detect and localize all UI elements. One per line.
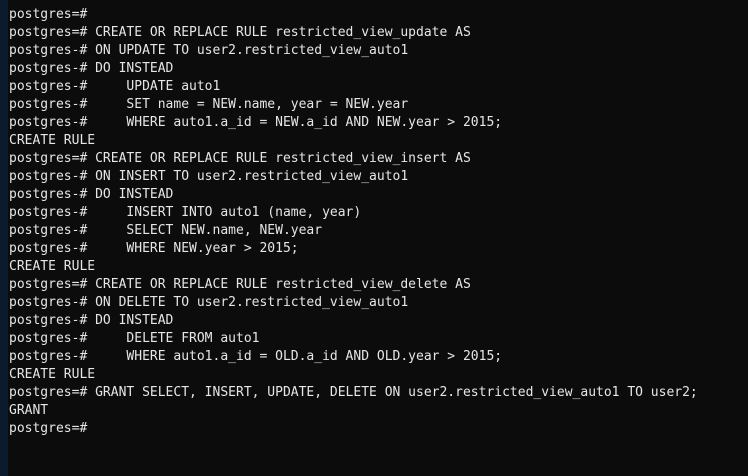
terminal-line: postgres-# DO INSTEAD: [9, 312, 744, 330]
terminal-line: postgres=# CREATE OR REPLACE RULE restri…: [9, 276, 744, 294]
terminal-line-text: DO INSTEAD: [87, 313, 174, 328]
terminal-prompt: postgres-#: [9, 43, 88, 58]
terminal-line-text: CREATE OR REPLACE RULE restricted_view_d…: [87, 277, 471, 292]
terminal-prompt: postgres-#: [9, 61, 88, 76]
terminal-line: CREATE RULE: [9, 132, 744, 150]
terminal-line: postgres-# ON DELETE TO user2.restricted…: [9, 294, 744, 312]
terminal-line: postgres-# DELETE FROM auto1: [9, 330, 744, 348]
terminal-prompt: postgres=#: [9, 25, 88, 40]
terminal-prompt: postgres=#: [9, 385, 88, 400]
terminal-line-text: CREATE OR REPLACE RULE restricted_view_u…: [87, 25, 471, 40]
terminal-line: postgres-# DO INSTEAD: [9, 186, 744, 204]
terminal-line-text: DELETE FROM auto1: [87, 331, 260, 346]
terminal-line: CREATE RULE: [9, 258, 744, 276]
terminal-line: postgres-# DO INSTEAD: [9, 60, 744, 78]
terminal-line: postgres=# GRANT SELECT, INSERT, UPDATE,…: [9, 384, 744, 402]
terminal-line: postgres=#: [9, 420, 744, 438]
terminal-line: postgres=#: [9, 6, 744, 24]
terminal-line-text: CREATE OR REPLACE RULE restricted_view_i…: [87, 151, 471, 166]
terminal-line: postgres=# CREATE OR REPLACE RULE restri…: [9, 150, 744, 168]
terminal-line-text: ON UPDATE TO user2.restricted_view_auto1: [87, 43, 409, 58]
terminal-prompt: postgres-#: [9, 169, 88, 184]
terminal-line-text: CREATE RULE: [9, 259, 96, 274]
terminal-line: postgres-# ON INSERT TO user2.restricted…: [9, 168, 744, 186]
terminal-prompt: postgres-#: [9, 295, 88, 310]
terminal-line-text: ON DELETE TO user2.restricted_view_auto1: [87, 295, 409, 310]
terminal-line: CREATE RULE: [9, 366, 744, 384]
terminal-window[interactable]: postgres=# postgres=# CREATE OR REPLACE R…: [0, 0, 748, 476]
terminal-prompt: postgres-#: [9, 241, 88, 256]
terminal-line: postgres-# WHERE NEW.year > 2015;: [9, 240, 744, 258]
terminal-line: postgres-# WHERE auto1.a_id = NEW.a_id A…: [9, 114, 744, 132]
terminal-line-text: DO INSTEAD: [87, 187, 174, 202]
terminal-prompt: postgres-#: [9, 187, 88, 202]
text-cursor: [87, 420, 95, 434]
terminal-line: postgres-# ON UPDATE TO user2.restricted…: [9, 42, 744, 60]
terminal-line-text: UPDATE auto1: [87, 79, 221, 94]
terminal-prompt: postgres-#: [9, 205, 88, 220]
terminal-line-text: DO INSTEAD: [87, 61, 174, 76]
terminal-prompt: postgres-#: [9, 331, 88, 346]
terminal-line-text: GRANT SELECT, INSERT, UPDATE, DELETE ON …: [87, 385, 698, 400]
terminal-prompt: postgres=#: [9, 151, 88, 166]
terminal-line: postgres-# WHERE auto1.a_id = OLD.a_id A…: [9, 348, 744, 366]
terminal-output[interactable]: postgres=# postgres=# CREATE OR REPLACE R…: [9, 6, 744, 438]
terminal-line: postgres-# SELECT NEW.name, NEW.year: [9, 222, 744, 240]
terminal-line: postgres-# SET name = NEW.name, year = N…: [9, 96, 744, 114]
terminal-line-text: SET name = NEW.name, year = NEW.year: [87, 97, 409, 112]
terminal-line: GRANT: [9, 402, 744, 420]
terminal-prompt: postgres-#: [9, 349, 88, 364]
window-left-edge: [0, 0, 8, 476]
terminal-prompt: postgres-#: [9, 313, 88, 328]
terminal-line: postgres-# INSERT INTO auto1 (name, year…: [9, 204, 744, 222]
terminal-prompt: postgres-#: [9, 97, 88, 112]
terminal-line-text: WHERE auto1.a_id = OLD.a_id AND OLD.year…: [87, 349, 503, 364]
terminal-line-text: WHERE NEW.year > 2015;: [87, 241, 299, 256]
terminal-line-text: GRANT: [9, 403, 49, 418]
terminal-prompt: postgres=#: [9, 421, 88, 436]
terminal-prompt: postgres=#: [9, 7, 88, 22]
terminal-prompt: postgres-#: [9, 223, 88, 238]
terminal-line-text: CREATE RULE: [9, 367, 96, 382]
terminal-line: postgres-# UPDATE auto1: [9, 78, 744, 96]
terminal-prompt: postgres=#: [9, 277, 88, 292]
terminal-line-text: ON INSERT TO user2.restricted_view_auto1: [87, 169, 409, 184]
terminal-line: postgres=# CREATE OR REPLACE RULE restri…: [9, 24, 744, 42]
terminal-prompt: postgres-#: [9, 79, 88, 94]
terminal-line-text: SELECT NEW.name, NEW.year: [87, 223, 323, 238]
terminal-line-text: INSERT INTO auto1 (name, year): [87, 205, 362, 220]
terminal-line-text: CREATE RULE: [9, 133, 96, 148]
terminal-prompt: postgres-#: [9, 115, 88, 130]
terminal-line-text: WHERE auto1.a_id = NEW.a_id AND NEW.year…: [87, 115, 503, 130]
